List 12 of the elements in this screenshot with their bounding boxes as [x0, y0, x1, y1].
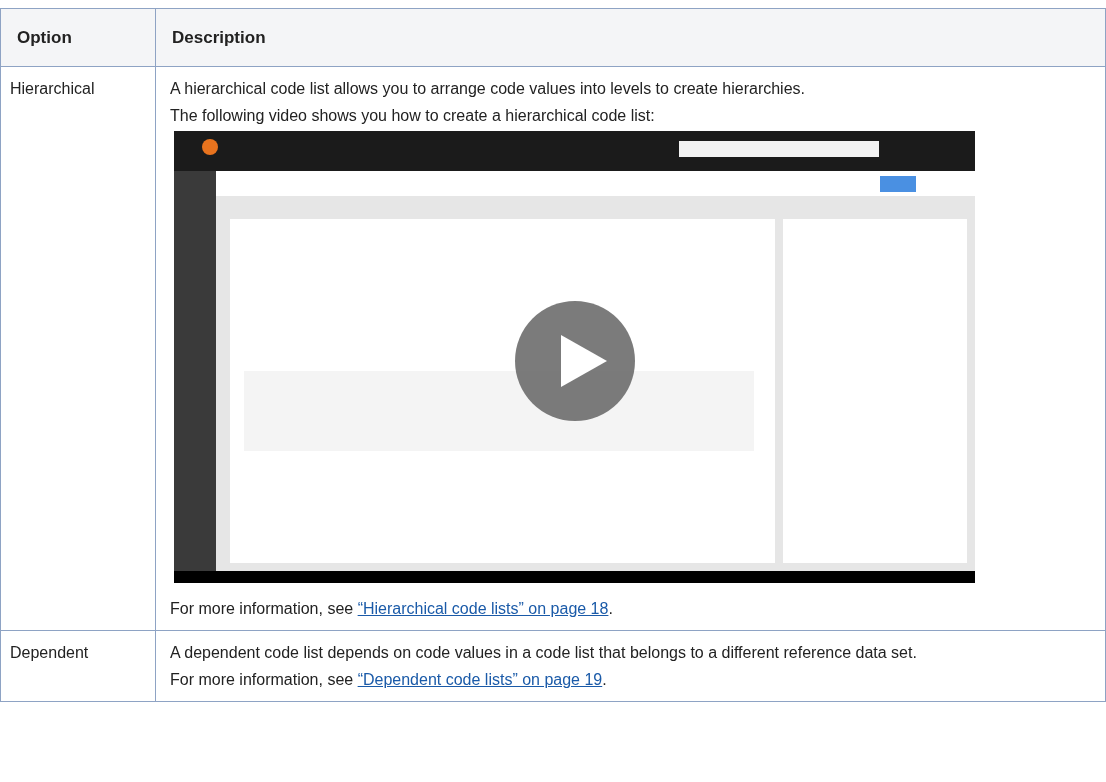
paragraph: The following video shows you how to create a hierarchical code list: [170, 105, 656, 126]
more-info-text: For more information, see “Hierarchical code lists” on page 18. [170, 598, 614, 619]
page-link[interactable]: “Dependent code lists” on page 19 [357, 671, 603, 689]
paragraph: A dependent code list depends on code values in a code list that belongs to a different reference data set. [170, 643, 918, 664]
paragraph: A hierarchical code list allows you to arrange code values into levels to create hierarchies. [170, 78, 806, 99]
column-header: Description [155, 8, 1106, 66]
play-icon [561, 334, 607, 387]
page-link[interactable]: “Hierarchical code lists” on page 18 [357, 599, 609, 617]
more-info-text: For more information, see “Dependent code lists” on page 19. [170, 670, 608, 691]
table-cell: Hierarchical [0, 66, 156, 631]
column-header: Option [0, 8, 156, 66]
table-cell: Dependent [0, 630, 156, 702]
